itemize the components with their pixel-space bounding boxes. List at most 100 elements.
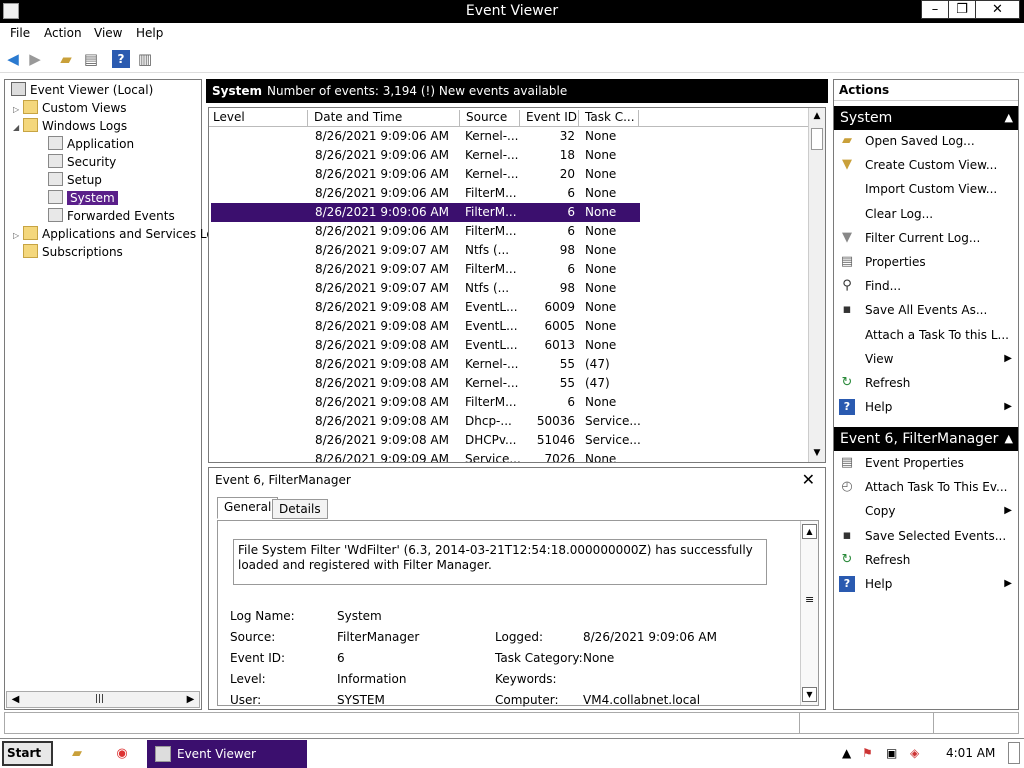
level-value: Information	[337, 672, 407, 686]
tree-item-forwarded-events[interactable]: Forwarded Events	[48, 207, 175, 225]
table-row[interactable]: iInformation8/26/2021 9:09:08 AMEventL..…	[209, 336, 809, 355]
action-item[interactable]: ▪ Save Selected Events...	[834, 525, 1018, 547]
action-item[interactable]: View ▶	[834, 348, 1018, 370]
tree-horizontal-scrollbar[interactable]: ◀ ||| ▶	[6, 691, 200, 708]
action-item[interactable]: ▼ Create Custom View...	[834, 154, 1018, 176]
close-detail-icon[interactable]: ✕	[802, 470, 815, 489]
detail-vertical-scrollbar[interactable]: ▲ ≡ ▼	[800, 521, 818, 705]
action-item[interactable]: ? Help ▶	[834, 396, 1018, 418]
expand-arrow-icon[interactable]: ▷	[13, 227, 23, 245]
scroll-thumb[interactable]: |||	[95, 694, 104, 704]
grid-vertical-scrollbar[interactable]: ▲ ▼	[808, 108, 825, 462]
action-item[interactable]: Import Custom View...	[834, 178, 1018, 200]
table-row[interactable]: iInformation8/26/2021 9:09:08 AMKernel-.…	[209, 374, 809, 393]
minimize-button[interactable]: –	[921, 0, 949, 19]
back-arrow-icon[interactable]: ◀	[4, 50, 22, 68]
close-button[interactable]: ✕	[975, 0, 1020, 19]
tree-item-windows-logs[interactable]: ◢ Windows Logs	[13, 117, 127, 135]
action-item[interactable]: Attach a Task To this L...	[834, 324, 1018, 346]
show-desktop-button[interactable]	[1008, 742, 1020, 764]
column-header-event-id[interactable]: Event ID	[522, 110, 579, 127]
menu-file[interactable]: File	[10, 26, 30, 40]
table-row[interactable]: iInformation8/26/2021 9:09:08 AMEventL..…	[209, 298, 809, 317]
tree-item-system[interactable]: System	[48, 189, 118, 207]
table-row[interactable]: iInformation8/26/2021 9:09:08 AMDHCPv...…	[209, 431, 809, 450]
scroll-down-icon[interactable]: ▼	[802, 687, 817, 702]
menu-action[interactable]: Action	[44, 26, 82, 40]
action-item[interactable]: ? Help ▶	[834, 573, 1018, 595]
scroll-up-icon[interactable]: ▲	[809, 108, 825, 125]
column-header-task-category[interactable]: Task C...	[581, 110, 639, 127]
scroll-thumb[interactable]	[811, 128, 823, 150]
scroll-left-icon[interactable]: ◀	[7, 692, 24, 707]
scroll-down-icon[interactable]: ▼	[809, 445, 825, 462]
start-button[interactable]: Start	[2, 741, 53, 766]
table-row[interactable]: iInformation8/26/2021 9:09:08 AMEventL..…	[209, 317, 809, 336]
action-item[interactable]: ▤ Event Properties	[834, 452, 1018, 474]
table-row[interactable]: iInformation8/26/2021 9:09:06 AMKernel-.…	[209, 165, 809, 184]
action-item[interactable]: ▪ Save All Events As...	[834, 299, 1018, 321]
restore-button[interactable]: ❐	[948, 0, 976, 19]
menu-help[interactable]: Help	[136, 26, 163, 40]
tray-expand-icon[interactable]: ▲	[842, 746, 851, 760]
action-item[interactable]: Copy ▶	[834, 500, 1018, 522]
forward-arrow-icon[interactable]: ▶	[26, 50, 44, 68]
tree-item-subscriptions[interactable]: Subscriptions	[23, 243, 123, 261]
column-header-source[interactable]: Source	[462, 110, 520, 127]
open-folder-icon[interactable]: ▰	[57, 50, 75, 68]
action-item[interactable]: ▰ Open Saved Log...	[834, 130, 1018, 152]
file-explorer-icon[interactable]: ▰	[68, 745, 86, 763]
actions-section-event[interactable]: Event 6, FilterManager ▲	[834, 427, 1018, 451]
tab-general[interactable]: General	[217, 497, 279, 519]
taskbar-event-viewer[interactable]: Event Viewer	[147, 740, 307, 768]
tree-item-event-viewer-local[interactable]: Event Viewer (Local)	[11, 81, 153, 99]
clock[interactable]: 4:01 AM	[946, 746, 995, 760]
scroll-thumb[interactable]: ≡	[805, 593, 814, 606]
action-item[interactable]: Clear Log...	[834, 203, 1018, 225]
level-label: Level:	[230, 672, 266, 686]
table-row[interactable]: iInformation8/26/2021 9:09:07 AMNtfs (..…	[209, 241, 809, 260]
table-row[interactable]: iInformation8/26/2021 9:09:07 AMFilterM.…	[209, 260, 809, 279]
tree-item-setup[interactable]: Setup	[48, 171, 102, 189]
action-center-icon[interactable]: ⚑	[862, 746, 873, 760]
network-icon[interactable]: ▣	[886, 746, 897, 760]
show-hide-tree-icon[interactable]: ▤	[82, 50, 100, 68]
tab-details[interactable]: Details	[272, 499, 328, 519]
action-item[interactable]: ▼ Filter Current Log...	[834, 227, 1018, 249]
action-item[interactable]: ⚲ Find...	[834, 275, 1018, 297]
table-row[interactable]: iInformation8/26/2021 9:09:06 AMFilterM.…	[209, 203, 809, 222]
tree-item-applications-and-services[interactable]: ▷ Applications and Services Lo	[13, 225, 214, 243]
table-row[interactable]: iInformation8/26/2021 9:09:06 AMKernel-.…	[209, 127, 809, 146]
show-hide-action-pane-icon[interactable]: ▥	[136, 50, 154, 68]
tree-item-application[interactable]: Application	[48, 135, 134, 153]
tree-item-security[interactable]: Security	[48, 153, 116, 171]
action-item[interactable]: ↻ Refresh	[834, 372, 1018, 394]
table-row[interactable]: iInformation8/26/2021 9:09:08 AMDhcp-...…	[209, 412, 809, 431]
volume-icon[interactable]: ◈	[910, 746, 919, 760]
collapse-caret-icon[interactable]: ▲	[1005, 106, 1013, 130]
help-icon[interactable]: ?	[112, 50, 130, 68]
column-header-date[interactable]: Date and Time	[310, 110, 460, 127]
table-row[interactable]: iInformation8/26/2021 9:09:06 AMKernel-.…	[209, 146, 809, 165]
cell-date: 8/26/2021 9:09:09 AM	[315, 452, 449, 463]
menu-view[interactable]: View	[94, 26, 122, 40]
table-row[interactable]: iInformation8/26/2021 9:09:08 AMFilterM.…	[209, 393, 809, 412]
tree-item-custom-views[interactable]: ▷ Custom Views	[13, 99, 127, 117]
table-row[interactable]: iInformation8/26/2021 9:09:06 AMFilterM.…	[209, 184, 809, 203]
table-row[interactable]: iInformation8/26/2021 9:09:08 AMKernel-.…	[209, 355, 809, 374]
actions-section-system[interactable]: System ▲	[834, 106, 1018, 130]
table-row[interactable]: iInformation8/26/2021 9:09:06 AMFilterM.…	[209, 222, 809, 241]
action-item[interactable]: ↻ Refresh	[834, 549, 1018, 571]
cell-event-id: 6	[567, 224, 575, 238]
open-folder-icon: ▰	[842, 133, 852, 148]
table-row[interactable]: iInformation8/26/2021 9:09:09 AMService.…	[209, 450, 809, 463]
collapse-arrow-icon[interactable]: ◢	[13, 119, 23, 137]
action-item[interactable]: ◴ Attach Task To This Ev...	[834, 476, 1018, 498]
table-row[interactable]: iInformation8/26/2021 9:09:07 AMNtfs (..…	[209, 279, 809, 298]
scroll-up-icon[interactable]: ▲	[802, 524, 817, 539]
action-item[interactable]: ▤ Properties	[834, 251, 1018, 273]
chrome-icon[interactable]: ◉	[113, 745, 131, 763]
collapse-caret-icon[interactable]: ▲	[1005, 427, 1013, 451]
column-header-level[interactable]: Level	[209, 110, 308, 127]
scroll-right-icon[interactable]: ▶	[182, 692, 199, 707]
